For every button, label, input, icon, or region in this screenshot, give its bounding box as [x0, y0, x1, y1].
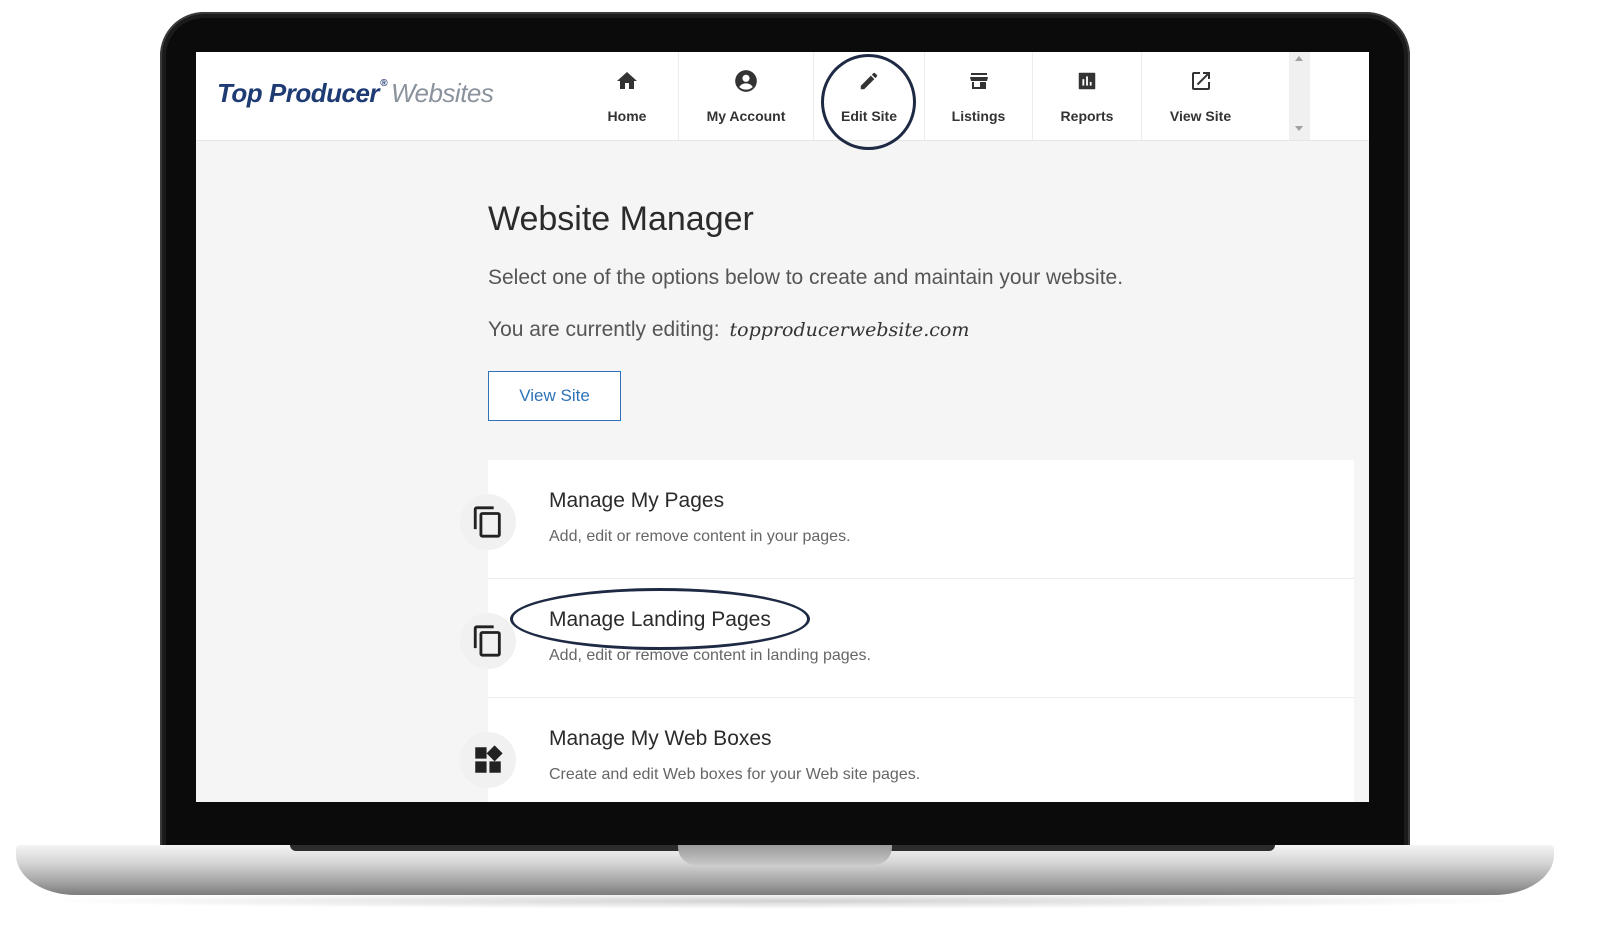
option-description: Create and edit Web boxes for your Web s… [549, 766, 921, 783]
nav-scrollbar[interactable] [1289, 52, 1310, 140]
option-manage-my-pages[interactable]: Manage My Pages Add, edit or remove cont… [460, 460, 1354, 579]
nav-reports[interactable]: Reports [1033, 52, 1142, 140]
laptop-notch [678, 845, 892, 865]
external-link-icon [1188, 68, 1214, 94]
home-icon [614, 68, 640, 94]
scroll-up-arrow-icon[interactable] [1295, 56, 1303, 61]
option-description: Add, edit or remove content in landing p… [549, 647, 871, 664]
current-site-line: You are currently editing: topproducerweb… [488, 318, 969, 342]
laptop-shadow [30, 893, 1540, 909]
option-manage-landing-pages[interactable]: Manage Landing Pages Add, edit or remove… [460, 579, 1354, 698]
nav-my-account[interactable]: My Account [679, 52, 814, 140]
top-navigation-bar: Top Producer® Websites Home My Account Ed… [196, 52, 1369, 150]
copy-pages-icon [460, 613, 516, 669]
nav-home[interactable]: Home [576, 52, 679, 140]
page-title: Website Manager [488, 200, 754, 238]
editing-label: You are currently editing: [488, 318, 720, 341]
pencil-icon [856, 68, 882, 94]
widgets-icon [460, 732, 516, 788]
scroll-down-arrow-icon[interactable] [1295, 126, 1303, 131]
storefront-icon [966, 68, 992, 94]
top-producer-logo[interactable]: Top Producer® Websites [217, 78, 494, 109]
account-circle-icon [733, 68, 759, 94]
browser-screen: Top Producer® Websites Home My Account Ed… [196, 52, 1369, 802]
editing-domain: topproducerwebsite.com [729, 319, 970, 341]
options-list: Manage My Pages Add, edit or remove cont… [460, 460, 1354, 802]
option-description: Add, edit or remove content in your page… [549, 528, 851, 545]
option-title[interactable]: Manage My Web Boxes [549, 727, 772, 751]
nav-edit-site[interactable]: Edit Site [814, 52, 925, 140]
bar-chart-icon [1074, 68, 1100, 94]
main-nav: Home My Account Edit Site Listings Repor… [576, 52, 1259, 140]
nav-view-site[interactable]: View Site [1142, 52, 1259, 140]
option-title[interactable]: Manage Landing Pages [549, 608, 771, 632]
option-title[interactable]: Manage My Pages [549, 489, 724, 513]
nav-listings[interactable]: Listings [925, 52, 1033, 140]
copy-pages-icon [460, 494, 516, 550]
intro-text: Select one of the options below to creat… [488, 266, 1124, 289]
view-site-button[interactable]: View Site [488, 371, 621, 421]
option-manage-web-boxes[interactable]: Manage My Web Boxes Create and edit Web … [460, 698, 1354, 802]
